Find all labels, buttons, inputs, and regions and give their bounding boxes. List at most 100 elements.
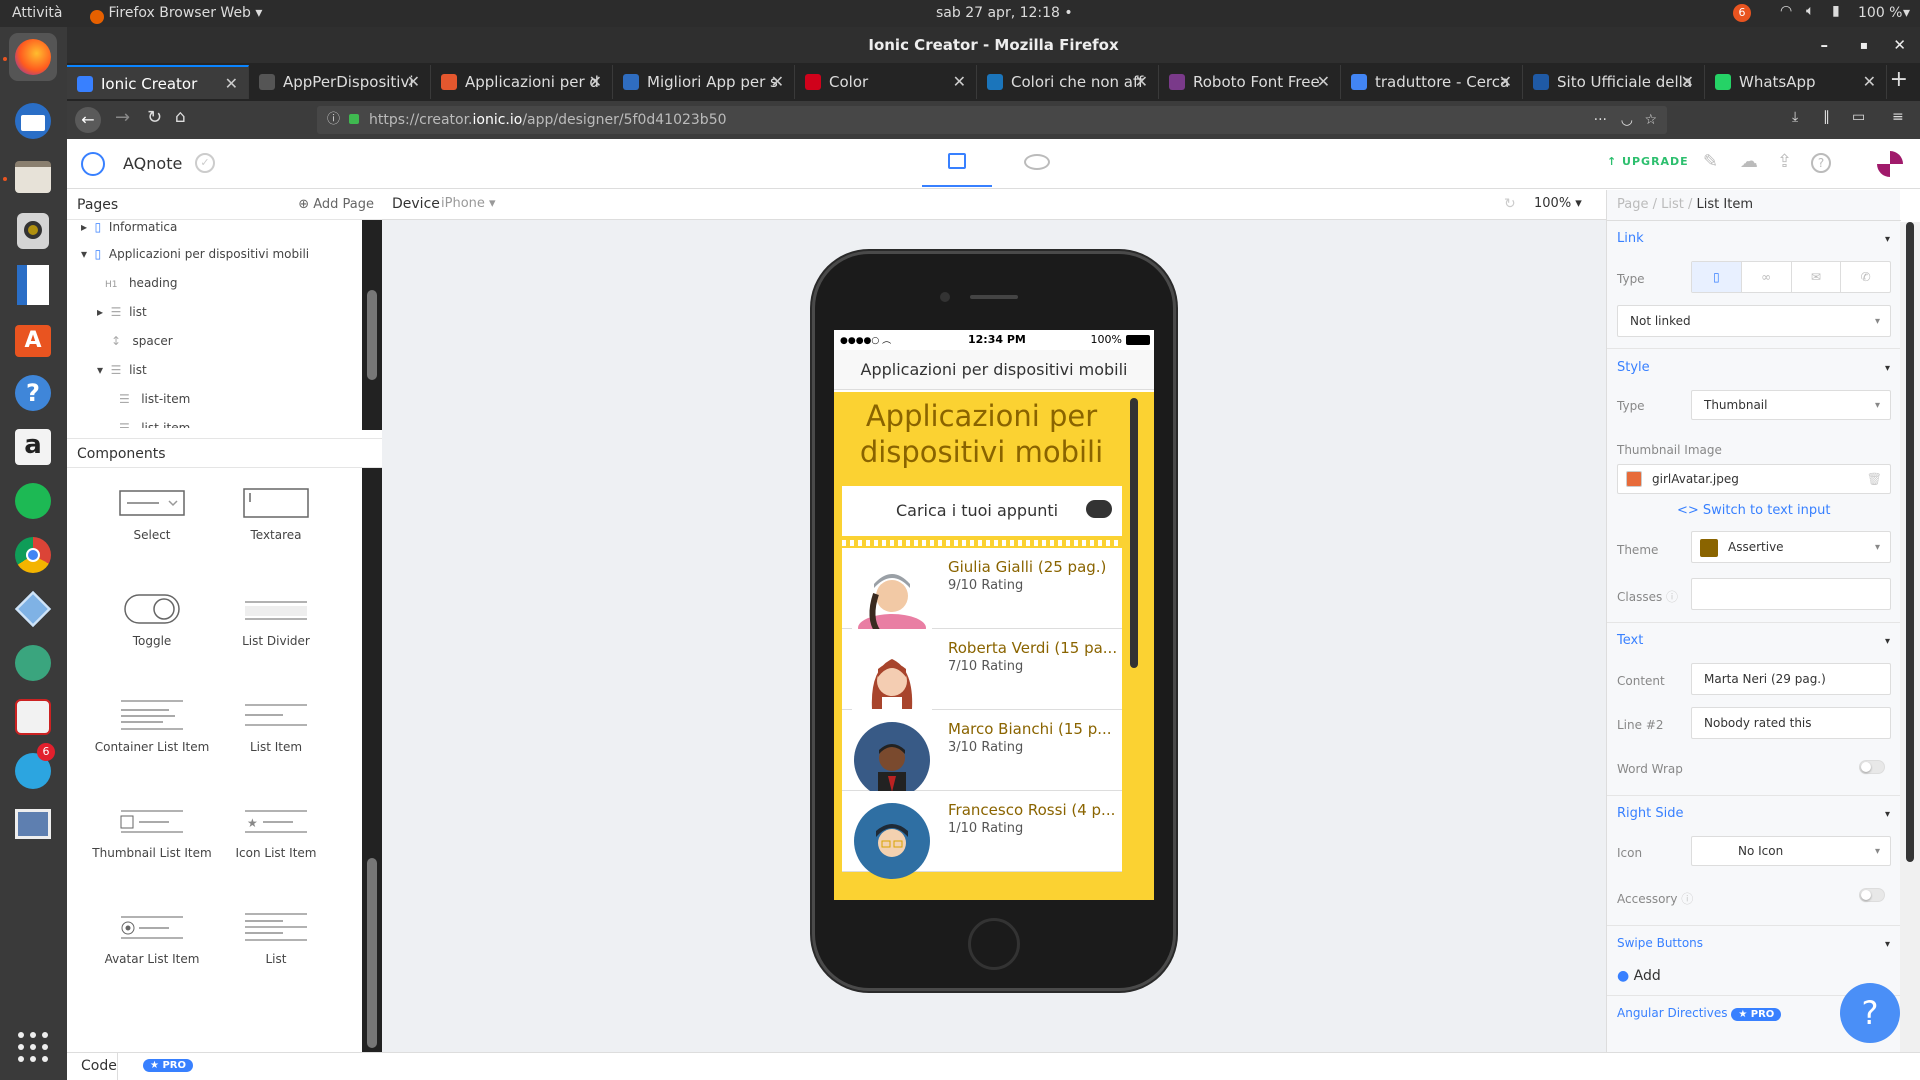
close-window-icon[interactable]: ✕ (1893, 27, 1906, 63)
email-link-icon[interactable]: ✉ (1790, 262, 1841, 292)
app-menu[interactable]: Firefox Browser Web ▾ (90, 5, 262, 24)
page-content[interactable]: Applicazioni per dispositivi mobili Cari… (834, 392, 1154, 900)
volume-icon[interactable]: 🔈︎ (1806, 3, 1814, 19)
page-link-icon[interactable]: ▯ (1692, 262, 1741, 292)
style-section-title[interactable]: Style (1617, 360, 1650, 375)
page-actions-icon[interactable]: ··· (1594, 106, 1607, 134)
help-dock-icon[interactable]: ? (9, 369, 57, 417)
wifi-icon[interactable]: ◠ (1780, 3, 1792, 19)
zoom-select[interactable]: 100% ▾ (1534, 196, 1582, 211)
tab-6[interactable]: Roboto Font Free ✕ (1159, 65, 1341, 99)
code-tab[interactable]: Code (81, 1058, 117, 1074)
amazon-dock-icon[interactable]: a (9, 423, 57, 471)
tab-close-icon[interactable]: ✕ (1681, 65, 1694, 99)
tree-item-heading[interactable]: H1 heading (105, 276, 177, 290)
evince-dock-icon[interactable] (9, 693, 57, 741)
style-type-select[interactable]: Thumbnail ▾ (1691, 390, 1891, 420)
tab-close-icon[interactable]: ✕ (225, 67, 238, 99)
style-collapse-icon[interactable]: ▾ (1885, 363, 1890, 374)
share-icon[interactable]: ⇪ (1777, 151, 1792, 172)
system-menu-icon[interactable]: ▾ (1903, 5, 1910, 21)
rhythmbox-dock-icon[interactable] (9, 207, 57, 255)
bookmark-star-icon[interactable]: ☆ (1644, 106, 1657, 134)
swipe-buttons-section-title[interactable]: Swipe Buttons (1617, 936, 1703, 950)
clock[interactable]: sab 27 apr, 12:18 • (936, 5, 1073, 21)
firefox-dock-icon[interactable] (9, 33, 57, 81)
show-applications-icon[interactable] (9, 1023, 57, 1071)
component-toggle[interactable]: Toggle (90, 584, 214, 648)
thumbnail-list-item[interactable]: Francesco Rossi (4 p... 1/10 Rating (842, 791, 1122, 879)
tree-item-list-item[interactable]: ☰ list-item (119, 392, 190, 406)
notifications-badge[interactable]: 6 (1733, 4, 1751, 22)
right-side-collapse-icon[interactable]: ▾ (1885, 809, 1890, 820)
url-link-icon[interactable]: ∞ (1740, 262, 1791, 292)
properties-scrollbar[interactable] (1900, 222, 1920, 1052)
tree-item-informatica[interactable]: ▸ ▯ Informatica (81, 220, 177, 234)
minimize-icon[interactable]: – (1821, 27, 1829, 63)
tab-7[interactable]: traduttore - Cerca ✕ (1341, 65, 1523, 99)
accessory-toggle[interactable] (1859, 888, 1885, 902)
device-select[interactable]: iPhone ▾ (441, 196, 496, 211)
component-container-list-item[interactable]: Container List Item (90, 690, 214, 754)
reload-icon[interactable]: ↻ (147, 107, 162, 128)
page-heading[interactable]: Applicazioni per dispositivi mobili (834, 398, 1129, 470)
writer-dock-icon[interactable] (9, 261, 57, 309)
tab-close-icon[interactable]: ✕ (1317, 65, 1330, 99)
trash-icon[interactable]: 🗑︎ (1867, 472, 1882, 486)
downloads-icon[interactable]: ⤓ (1792, 109, 1798, 125)
download-icon[interactable]: ☁ (1740, 151, 1758, 172)
pocket-icon[interactable]: ◡ (1621, 106, 1633, 134)
tab-close-icon[interactable]: ✕ (589, 65, 602, 99)
sidebar-icon[interactable]: ▭ (1852, 109, 1865, 125)
angular-directives-title[interactable]: Angular Directives ★ PRO (1617, 1006, 1782, 1021)
spacer-marker[interactable] (842, 540, 1122, 546)
tab-close-icon[interactable]: ✕ (1135, 65, 1148, 99)
help-icon[interactable]: ? (1811, 153, 1831, 173)
link-collapse-icon[interactable]: ▾ (1885, 234, 1890, 245)
spotify-dock-icon[interactable] (9, 477, 57, 525)
right-side-section-title[interactable]: Right Side (1617, 806, 1683, 821)
tab-9[interactable]: WhatsApp ✕ (1705, 65, 1887, 99)
tab-close-icon[interactable]: ✕ (771, 65, 784, 99)
tab-1[interactable]: AppPerDispositivi ✕ (249, 65, 431, 99)
content-input[interactable]: Marta Neri (29 pag.) (1691, 663, 1891, 695)
software-dock-icon[interactable]: A (9, 315, 57, 363)
add-swipe-button[interactable]: ● Add (1617, 968, 1661, 984)
design-mode-tab[interactable] (922, 139, 992, 187)
tab-3[interactable]: Migliori App per s ✕ (613, 65, 795, 99)
tab-close-icon[interactable]: ✕ (407, 65, 420, 99)
upgrade-button[interactable]: ↑ UPGRADE (1607, 155, 1689, 168)
help-circle-icon[interactable]: ⓘ (1666, 590, 1678, 604)
add-page-button[interactable]: ⊕ Add Page (298, 190, 374, 220)
link-section-title[interactable]: Link (1617, 231, 1644, 246)
tree-item-list[interactable]: ▾ ☰ list (97, 363, 147, 377)
rotate-icon[interactable]: ↻ (1504, 196, 1516, 212)
user-avatar[interactable] (1877, 151, 1903, 177)
tab-close-icon[interactable]: ✕ (953, 65, 966, 99)
preview-mode-tab[interactable] (1002, 139, 1072, 187)
image-viewer-dock-icon[interactable] (9, 801, 57, 849)
phone-scrollbar[interactable] (1130, 398, 1138, 668)
home-icon[interactable]: ⌂ (175, 107, 186, 127)
tab-close-icon[interactable]: ✕ (1499, 65, 1512, 99)
ionic-logo-icon[interactable] (81, 152, 105, 176)
hamburger-menu-icon[interactable]: ≡ (1892, 109, 1904, 125)
thunderbird-dock-icon[interactable] (9, 97, 57, 145)
info-icon[interactable]: ⓘ (327, 106, 340, 134)
text-collapse-icon[interactable]: ▾ (1885, 636, 1890, 647)
link-target-select[interactable]: Not linked ▾ (1617, 305, 1891, 337)
component-list-item[interactable]: List Item (214, 690, 338, 754)
thumbnail-list-item[interactable]: Giulia Gialli (25 pag.) 9/10 Rating (842, 548, 1122, 638)
theme-brush-icon[interactable]: ✎ (1703, 151, 1718, 172)
tab-close-icon[interactable]: ✕ (1863, 65, 1876, 99)
component-thumbnail-list-item[interactable]: Thumbnail List Item (90, 796, 214, 860)
breadcrumb-page[interactable]: Page (1617, 197, 1648, 212)
theme-select[interactable]: Assertive ▾ (1691, 531, 1891, 563)
project-name[interactable]: AQnote (123, 154, 182, 173)
url-bar[interactable]: ⓘ https://creator.ionic.io/app/designer/… (317, 106, 1667, 134)
maximize-icon[interactable]: ▪ (1860, 27, 1868, 63)
tab-4[interactable]: Color ✕ (795, 65, 977, 99)
component-avatar-list-item[interactable]: Avatar List Item (90, 902, 214, 966)
battery-icon[interactable]: ▮ (1832, 3, 1840, 19)
icon-select[interactable]: No Icon ▾ (1691, 836, 1891, 866)
